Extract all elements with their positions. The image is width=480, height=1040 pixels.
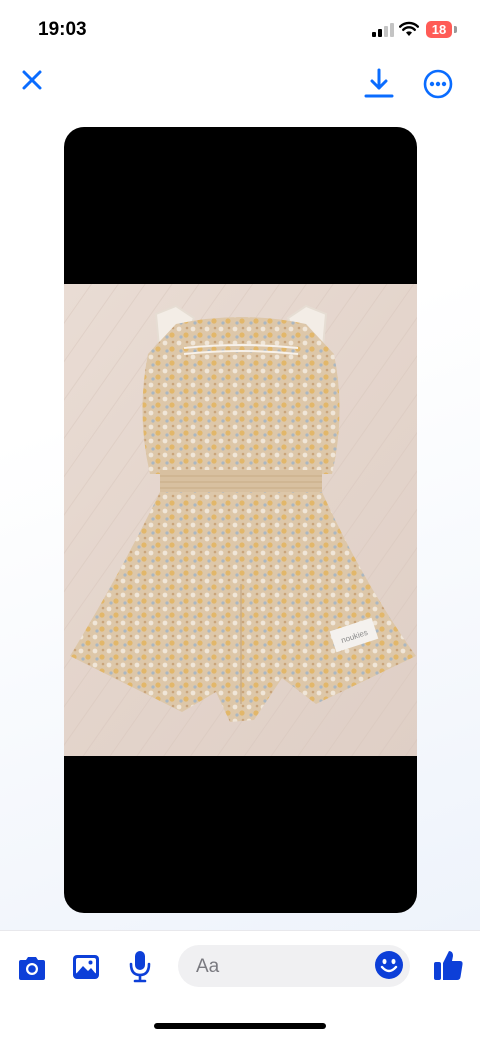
thumbs-up-icon[interactable] xyxy=(432,948,464,982)
battery-icon: 18 xyxy=(426,21,457,38)
wifi-icon xyxy=(399,21,419,36)
status-time: 19:03 xyxy=(38,19,87,40)
gallery-icon[interactable] xyxy=(71,952,101,982)
image-viewer[interactable]: noukies xyxy=(64,127,417,913)
message-placeholder: Aa xyxy=(196,956,220,977)
battery-level: 18 xyxy=(426,21,452,38)
home-indicator xyxy=(154,1023,326,1029)
composer-bar: Aa xyxy=(0,930,480,1040)
download-icon[interactable] xyxy=(362,66,396,102)
signal-icon xyxy=(372,23,394,37)
microphone-icon[interactable] xyxy=(128,949,152,983)
close-icon[interactable] xyxy=(16,64,48,96)
camera-icon[interactable] xyxy=(16,953,48,983)
romper-illustration: noukies xyxy=(64,284,417,756)
battery-cap xyxy=(454,26,457,33)
status-bar: 19:03 18 xyxy=(0,0,480,56)
romper-photo: noukies xyxy=(64,284,417,756)
emoji-icon[interactable] xyxy=(374,950,404,980)
more-icon[interactable] xyxy=(422,68,454,100)
